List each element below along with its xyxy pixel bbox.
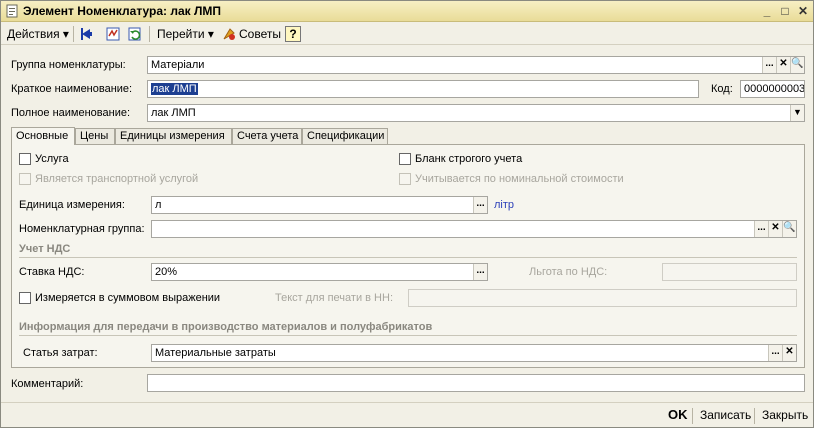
element-window: Элемент Номенклатура: лак ЛМП _ □ ✕ Дейс… — [0, 0, 814, 428]
vat-rate-value: 20% — [155, 266, 178, 278]
cost-item-label: Статья затрат: — [23, 347, 98, 359]
full-name-label: Полное наименование: — [11, 107, 131, 119]
vat-rate-label: Ставка НДС: — [19, 266, 85, 278]
help-button[interactable]: ? — [285, 26, 301, 42]
transport-label: Является транспортной услугой — [35, 173, 199, 185]
search-icon[interactable]: 🔍 — [782, 221, 796, 237]
minimize-icon[interactable]: _ — [759, 4, 775, 18]
vat-benefit-field[interactable] — [662, 263, 797, 281]
service-label: Услуга — [35, 153, 69, 165]
strict-form-label: Бланк строгого учета — [415, 153, 523, 165]
toolbar-separator — [692, 408, 693, 424]
window-title: Элемент Номенклатура: лак ЛМП — [23, 4, 222, 18]
short-name-label: Краткое наименование: — [11, 83, 133, 95]
select-button[interactable]: ... — [762, 57, 776, 73]
toolbar-separator — [754, 408, 755, 424]
nominal-checkbox[interactable] — [399, 173, 411, 185]
actions-menu[interactable]: Действия ▾ — [7, 25, 69, 43]
toolbar-separator — [73, 26, 74, 42]
measured-label: Измеряется в суммовом выражении — [35, 292, 221, 304]
measured-checkbox[interactable] — [19, 292, 31, 304]
document-icon — [6, 4, 18, 18]
toolbar-separator — [149, 26, 150, 42]
toolbar: Действия ▾ Перейти ▾ Советы ? — [1, 23, 813, 45]
vat-rate-field[interactable]: 20% ... — [151, 263, 488, 281]
select-button[interactable]: ... — [473, 197, 487, 213]
clear-icon[interactable]: ✕ — [782, 345, 796, 361]
save-button[interactable]: Записать — [700, 408, 751, 422]
nominal-label: Учитывается по номинальной стоимости — [415, 173, 624, 185]
strict-form-checkbox[interactable] — [399, 153, 411, 165]
section-divider — [19, 257, 797, 258]
comment-label: Комментарий: — [11, 378, 84, 390]
maximize-icon[interactable]: □ — [777, 4, 793, 18]
service-checkbox[interactable] — [19, 153, 31, 165]
close-button[interactable]: Закрыть — [762, 408, 808, 422]
nom-group-field[interactable]: ... ✕ 🔍 — [151, 220, 797, 238]
title-bar: Элемент Номенклатура: лак ЛМП _ □ ✕ — [1, 1, 813, 22]
clear-icon[interactable]: ✕ — [776, 57, 790, 73]
vat-section-title: Учет НДС — [19, 243, 71, 255]
unit-field[interactable]: л ... — [151, 196, 488, 214]
refresh-icon[interactable] — [127, 26, 143, 42]
tab-units[interactable]: Единицы измерения — [115, 128, 232, 145]
comment-field[interactable] — [147, 374, 805, 392]
bottom-bar: OK Записать Закрыть — [1, 402, 813, 427]
nom-group-label: Номенклатурная группа: — [19, 223, 145, 235]
group-field[interactable]: Матеріали ... ✕ 🔍 — [147, 56, 805, 74]
goto-menu[interactable]: Перейти ▾ — [157, 25, 214, 43]
code-field[interactable]: 00000000035 — [740, 80, 805, 98]
group-label: Группа номенклатуры: — [11, 59, 126, 71]
select-button[interactable]: ... — [754, 221, 768, 237]
tips-icon — [223, 28, 235, 40]
tab-accounts[interactable]: Счета учета — [232, 128, 302, 145]
full-name-value: лак ЛМП — [151, 107, 196, 119]
chevron-down-icon[interactable]: ▼ — [790, 105, 804, 121]
select-button[interactable]: ... — [473, 264, 487, 280]
code-label: Код: — [711, 83, 733, 95]
search-icon[interactable]: 🔍 — [790, 57, 804, 73]
arrow-left-icon[interactable] — [80, 26, 96, 42]
vat-benefit-label: Льгота по НДС: — [529, 266, 608, 278]
print-text-field[interactable] — [408, 289, 797, 307]
main-tab-panel: Услуга Бланк строгого учета Является тра… — [11, 144, 805, 368]
production-section-title: Информация для передачи в производство м… — [19, 321, 433, 333]
close-icon[interactable]: ✕ — [795, 4, 811, 18]
print-text-label: Текст для печати в НН: — [275, 292, 393, 304]
cost-item-value: Материальные затраты — [155, 347, 276, 359]
unit-link[interactable]: літр — [494, 199, 514, 211]
cost-item-field[interactable]: Материальные затраты ... ✕ — [151, 344, 797, 362]
tab-main[interactable]: Основные — [11, 127, 75, 145]
short-name-value: лак ЛМП — [151, 83, 198, 95]
tab-prices[interactable]: Цены — [75, 128, 115, 145]
select-button[interactable]: ... — [768, 345, 782, 361]
section-divider — [19, 335, 797, 336]
group-value: Матеріали — [151, 59, 205, 71]
ok-button[interactable]: OK — [668, 407, 688, 422]
unit-label: Единица измерения: — [19, 199, 125, 211]
transport-checkbox[interactable] — [19, 173, 31, 185]
unit-value: л — [155, 199, 162, 211]
clear-icon[interactable]: ✕ — [768, 221, 782, 237]
edit-doc-icon[interactable] — [105, 26, 121, 42]
tab-specifications[interactable]: Спецификации — [302, 128, 388, 145]
short-name-field[interactable]: лак ЛМП — [147, 80, 699, 98]
full-name-field[interactable]: лак ЛМП ▼ — [147, 104, 805, 122]
